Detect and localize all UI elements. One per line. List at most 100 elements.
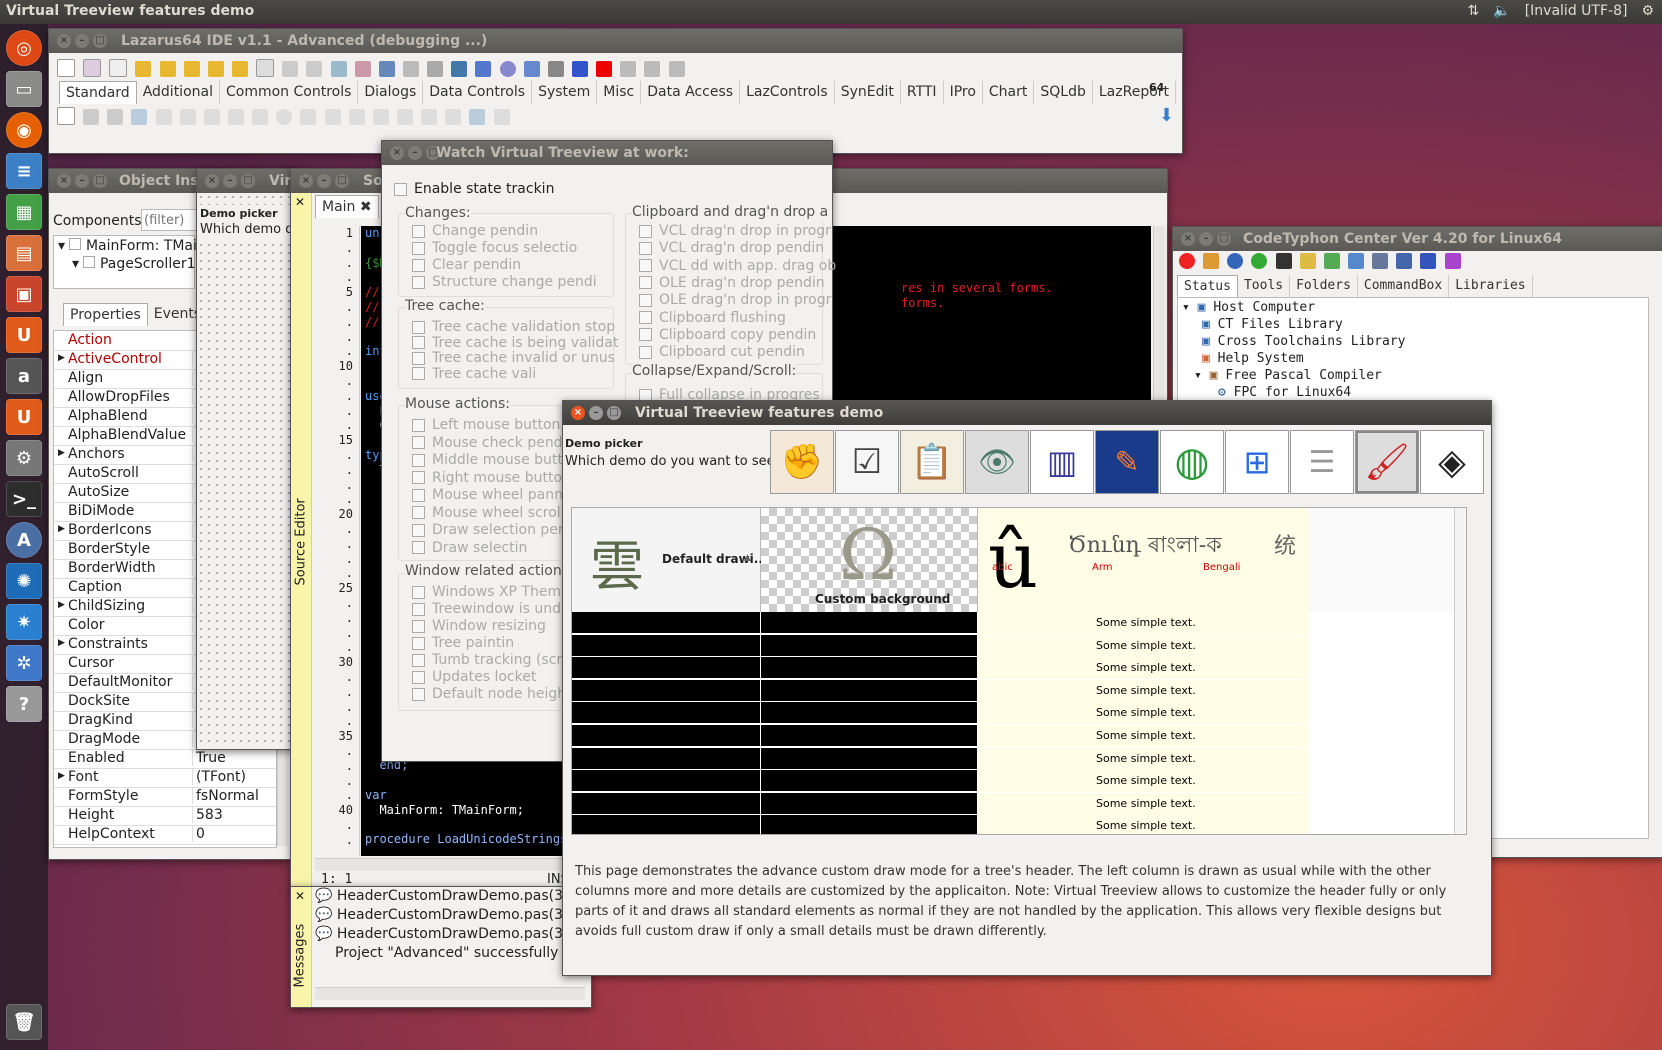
table-cell[interactable]: Some simple text.	[978, 702, 1308, 725]
design-grid[interactable]	[197, 193, 292, 748]
amazon-icon[interactable]: a	[6, 358, 42, 394]
demo-button-document[interactable]: ☰	[1290, 430, 1354, 494]
close-icon[interactable]: ×	[299, 174, 313, 188]
tab-misc[interactable]: Misc	[597, 81, 642, 104]
property-row[interactable]: FormStyle fsNormal	[54, 787, 276, 807]
table-row[interactable]	[572, 770, 760, 793]
property-value[interactable]: (TFont)	[192, 769, 276, 785]
table-row[interactable]	[572, 815, 760, 834]
expand-icon[interactable]: ▶	[58, 524, 65, 534]
tab-chart[interactable]: Chart	[983, 81, 1035, 104]
state-checkbox[interactable]: Left mouse button d	[412, 417, 574, 433]
volume-icon[interactable]: 🔈	[1493, 3, 1510, 19]
maximize-icon[interactable]: □	[93, 34, 107, 48]
table-cell[interactable]: Some simple text.	[978, 612, 1308, 634]
state-checkbox[interactable]: Treewindow is unde	[412, 601, 570, 617]
message-line[interactable]: 💬 HeaderCustomDrawDemo.pas(35,49)	[315, 926, 600, 942]
messages-scrollbar[interactable]	[315, 987, 585, 1000]
close-icon[interactable]: ✕	[295, 195, 305, 209]
download-arrow-icon[interactable]: ⬇	[1159, 105, 1174, 126]
table-cell[interactable]	[761, 725, 977, 747]
demo-button-draw[interactable]: ✎	[1095, 430, 1159, 494]
state-checkbox[interactable]: Tree cache validation stop	[412, 319, 615, 335]
expand-icon[interactable]: ▶	[58, 638, 65, 648]
close-icon[interactable]: ×	[57, 174, 71, 188]
keyboard-status[interactable]: [Invalid UTF-8]	[1525, 3, 1628, 19]
message-line[interactable]: 💬 HeaderCustomDrawDemo.pas(35,27)	[315, 907, 600, 923]
tree-scrollbar[interactable]	[1454, 508, 1465, 834]
state-checkbox[interactable]: Mouse wheel scrollin	[412, 505, 577, 521]
minimize-icon[interactable]: –	[223, 174, 237, 188]
property-value[interactable]: True	[192, 750, 276, 766]
table-cell[interactable]	[761, 815, 977, 834]
property-row[interactable]: Enabled True	[54, 749, 276, 769]
state-checkbox[interactable]: VCL dd with app. drag ob	[639, 258, 836, 274]
step-over-icon[interactable]	[644, 61, 661, 77]
state-checkbox[interactable]: Tree cache vali	[412, 366, 536, 382]
message-line[interactable]: 💬 HeaderCustomDrawDemo.pas(35,7)	[315, 888, 591, 904]
dash-icon[interactable]: ◎	[6, 30, 42, 66]
table-cell[interactable]: Some simple text.	[978, 770, 1308, 793]
close-icon[interactable]: ×	[57, 34, 71, 48]
demo-button-grid[interactable]: ▥	[1030, 430, 1094, 494]
button-icon[interactable]	[131, 109, 148, 125]
table-row[interactable]	[572, 634, 760, 657]
trash-icon[interactable]: 🗑	[6, 1004, 42, 1040]
calc-icon[interactable]: ▦	[6, 194, 42, 230]
exit-icon[interactable]	[1323, 253, 1340, 269]
ubuntu-one-music-icon[interactable]: U	[6, 399, 42, 435]
state-checkbox[interactable]: Window resizing	[412, 618, 546, 634]
radiogroup-icon[interactable]	[396, 109, 413, 125]
lazarus-icon[interactable]: ✺	[6, 563, 42, 599]
software-center-icon[interactable]: ▣	[6, 276, 42, 312]
gear-icon[interactable]: ⚙	[1641, 3, 1654, 19]
impress-icon[interactable]: ▤	[6, 235, 42, 271]
brush-icon[interactable]	[1347, 253, 1364, 269]
table-row[interactable]	[572, 657, 760, 680]
combobox-icon[interactable]	[324, 109, 341, 125]
state-checkbox[interactable]: Updates locket	[412, 669, 536, 685]
tab-rtti[interactable]: RTTI	[901, 81, 944, 104]
table-cell[interactable]: Some simple text.	[978, 792, 1308, 815]
tab-common-controls[interactable]: Common Controls	[220, 81, 359, 104]
table-cell[interactable]: Some simple text.	[978, 815, 1308, 834]
tree-fpc-linux64[interactable]: ⚙ FPC for Linux64	[1218, 385, 1351, 400]
step-into-icon[interactable]	[620, 61, 637, 77]
ubuntu-one-icon[interactable]: U	[6, 317, 42, 353]
build-icon[interactable]	[354, 61, 371, 77]
project-options-icon[interactable]	[330, 61, 347, 77]
view-units-icon[interactable]	[282, 61, 299, 77]
tab-commandbox[interactable]: CommandBox	[1358, 275, 1450, 297]
tree-host-computer[interactable]: ▾ ▣ Host Computer	[1182, 300, 1315, 315]
messages-dock-bar[interactable]: ✕ Messages	[291, 887, 312, 1007]
tab-data-controls[interactable]: Data Controls	[423, 81, 533, 104]
demo-button-windows[interactable]: ⊞	[1225, 430, 1289, 494]
new-form-icon[interactable]	[83, 59, 102, 77]
minimize-icon[interactable]: –	[1199, 232, 1213, 246]
state-checkbox[interactable]: Windows XP Theme	[412, 584, 570, 600]
writer-icon[interactable]: ≡	[6, 153, 42, 189]
tree-ct-files-library[interactable]: ▣ CT Files Library	[1202, 317, 1343, 332]
enable-state-tracking[interactable]: Enable state trackin	[394, 181, 554, 197]
table-cell[interactable]: Some simple text.	[978, 725, 1308, 747]
state-checkbox[interactable]: OLE drag'n drop pendin	[639, 275, 825, 291]
step-out-icon[interactable]	[668, 61, 685, 77]
source-editor-dock-bar[interactable]: ✕ Source Editor	[291, 193, 312, 888]
tab-libraries[interactable]: Libraries	[1449, 275, 1533, 297]
tab-status[interactable]: Status	[1177, 275, 1238, 297]
actionlist-icon[interactable]	[493, 109, 510, 125]
table-cell[interactable]	[761, 770, 977, 793]
folder-icon[interactable]	[1299, 253, 1316, 269]
state-checkbox[interactable]: Tumb tracking (scro	[412, 652, 570, 668]
run-icon[interactable]	[547, 61, 564, 77]
state-checkbox[interactable]: Tree cache invalid or unus	[412, 350, 615, 366]
maximize-icon[interactable]: □	[1217, 232, 1231, 246]
tree-item-mainform[interactable]: ▾ MainForm: TMain	[58, 238, 206, 254]
state-checkbox[interactable]: Tree paintin	[412, 635, 514, 651]
state-checkbox[interactable]: Draw selectin	[412, 540, 527, 556]
close-icon[interactable]: ×	[1181, 232, 1195, 246]
tab-additional[interactable]: Additional	[137, 81, 220, 104]
table-row[interactable]	[572, 725, 760, 747]
tab-system[interactable]: System	[532, 81, 598, 104]
state-checkbox[interactable]: Draw selection pend	[412, 522, 576, 538]
